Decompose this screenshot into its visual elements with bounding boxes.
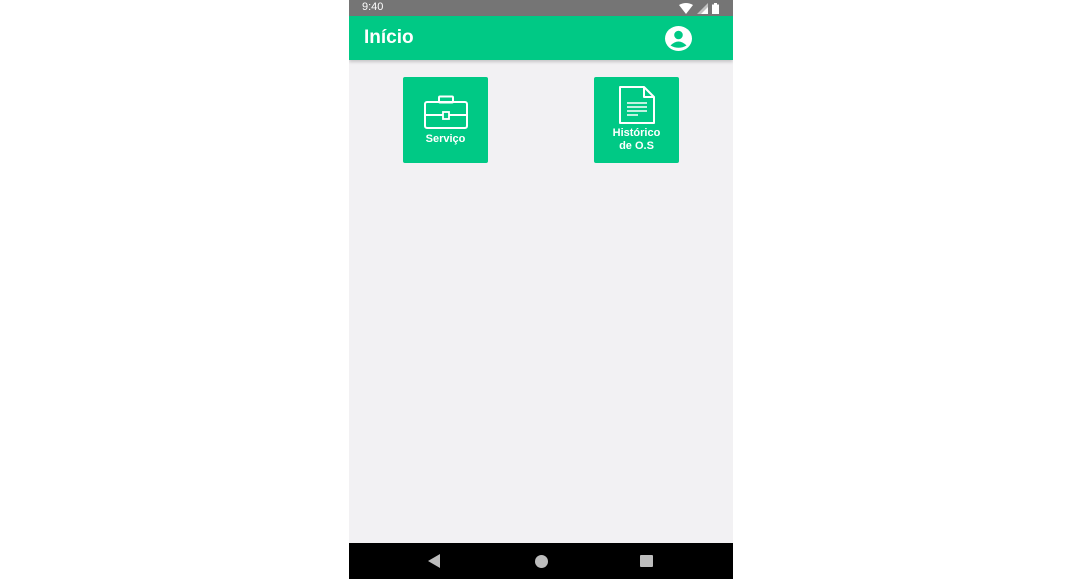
status-bar: 9:40 bbox=[349, 0, 733, 16]
signal-icon bbox=[697, 2, 708, 14]
account-circle-icon bbox=[664, 25, 692, 51]
history-tile-label-line2: de O.S bbox=[619, 140, 654, 152]
back-button[interactable] bbox=[426, 553, 442, 569]
battery-icon bbox=[712, 2, 719, 14]
navigation-bar bbox=[349, 543, 733, 579]
page-title: Início bbox=[364, 27, 414, 48]
briefcase-icon bbox=[423, 95, 468, 129]
service-tile-label: Serviço bbox=[425, 133, 466, 145]
recents-button[interactable] bbox=[638, 553, 654, 569]
service-tile-button[interactable]: Serviço bbox=[403, 77, 488, 163]
history-tile-label-line1: Histórico bbox=[612, 127, 661, 139]
recents-icon bbox=[639, 555, 653, 567]
home-button[interactable] bbox=[533, 553, 549, 569]
status-time: 9:40 bbox=[362, 1, 384, 13]
wifi-icon bbox=[679, 2, 693, 14]
app-bar: Início bbox=[349, 16, 733, 60]
status-icons bbox=[679, 2, 719, 14]
history-tile-button[interactable]: Histórico de O.S bbox=[594, 77, 679, 163]
document-icon bbox=[618, 86, 655, 124]
phone-screen: 9:40 Início Serviço Histórico de O.S bbox=[349, 0, 733, 579]
home-icon bbox=[534, 554, 548, 568]
account-button[interactable] bbox=[664, 25, 692, 51]
back-icon bbox=[428, 554, 440, 568]
